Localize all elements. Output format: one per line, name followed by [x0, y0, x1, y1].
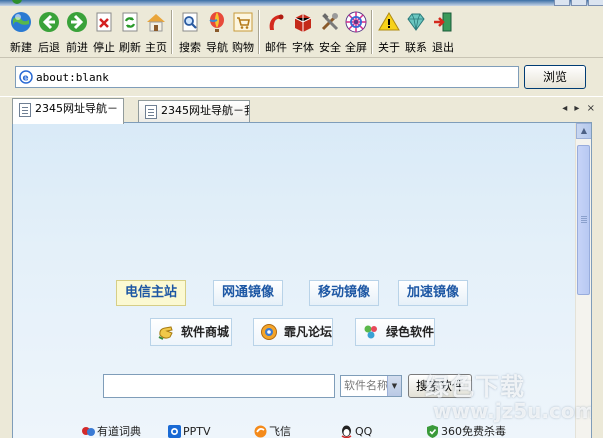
fetion-icon — [254, 425, 267, 438]
cart-icon — [233, 12, 253, 32]
scroll-up-icon[interactable]: ▲ — [576, 123, 591, 139]
back-arrow-icon — [39, 12, 59, 32]
toolbar-label: 主页 — [145, 41, 167, 54]
tab-2345-nav-2[interactable]: 2345网址导航－我 — [138, 100, 250, 123]
forward-arrow-icon — [67, 12, 87, 32]
green-software-link[interactable]: 绿色软件 — [355, 318, 435, 346]
home-icon — [147, 14, 165, 32]
address-input[interactable] — [36, 69, 514, 85]
page-icon — [19, 103, 31, 117]
toolbar-label: 购物 — [232, 41, 254, 54]
svg-text:e: e — [23, 74, 29, 84]
tools-icon — [321, 13, 339, 31]
globe-icon — [11, 12, 31, 32]
back-button[interactable]: 后退 — [36, 8, 62, 56]
shopping-button[interactable]: 购物 — [230, 8, 256, 56]
home-button[interactable]: 主页 — [143, 8, 169, 56]
exit-button[interactable]: 退出 — [430, 8, 456, 56]
app-icon — [12, 0, 22, 4]
toolbar-label: 全屏 — [345, 41, 367, 54]
site-link-360[interactable]: 360免费杀毒 — [425, 423, 506, 438]
font-icon — [294, 14, 312, 32]
address-bar: e 浏览 — [0, 59, 603, 95]
tab-label: 2345网址导航－ — [35, 102, 118, 115]
pptv-icon — [168, 425, 181, 438]
frame-left — [0, 122, 12, 438]
tab-label: 2345网址导航－我 — [161, 104, 250, 117]
browse-button[interactable]: 浏览 — [524, 65, 586, 89]
mirror-telecom[interactable]: 电信主站 — [116, 280, 186, 306]
new-button[interactable]: 新建 — [8, 8, 34, 56]
search-category-value: 软件名称 — [344, 379, 388, 392]
site-label: 有道词典 — [97, 425, 141, 438]
frame-right — [592, 122, 603, 438]
software-store-link[interactable]: 软件商城 — [150, 318, 232, 346]
hand-icon — [158, 326, 173, 340]
tab-bar: 2345网址导航－ 2345网址导航－我 ◂ ▸ × — [0, 96, 603, 124]
mail-icon — [269, 14, 284, 30]
dictionary-icon — [82, 427, 95, 436]
site-label: 飞信 — [269, 425, 291, 438]
shield-icon — [427, 425, 438, 438]
mirror-netcom[interactable]: 网通镜像 — [213, 280, 283, 306]
green-molecule-icon — [364, 325, 377, 339]
site-label: 360免费杀毒 — [441, 425, 506, 438]
web-page: ▲ 电信主站 网通镜像 移动镜像 加速镜像 软件商城 霏凡论坛 绿色软件 软件名… — [12, 122, 592, 438]
site-link-fetion[interactable]: 飞信 — [253, 423, 291, 438]
site-label: PPTV — [183, 425, 211, 438]
site-link-qq[interactable]: QQ — [339, 423, 372, 438]
stop-icon — [96, 12, 112, 32]
software-link-label: 软件商城 — [181, 325, 230, 339]
site-link-youdao[interactable]: 有道词典 — [81, 423, 141, 438]
refresh-icon — [122, 12, 138, 32]
watermark-url: www.jz5u.com — [433, 399, 592, 423]
site-label: QQ — [355, 425, 373, 438]
diamond-icon — [407, 13, 425, 31]
warning-icon — [378, 12, 400, 31]
search-icon — [182, 12, 198, 32]
chevron-down-icon[interactable]: ▼ — [387, 376, 401, 396]
toolbar-label: 退出 — [432, 41, 454, 54]
fullscreen-button[interactable]: 全屏 — [343, 8, 369, 56]
vertical-scrollbar[interactable]: ▲ — [575, 123, 591, 438]
address-field[interactable]: e — [15, 66, 519, 88]
mirror-mobile[interactable]: 移动镜像 — [309, 280, 379, 306]
scroll-thumb[interactable] — [577, 145, 590, 295]
tab-scroll-controls[interactable]: ◂ ▸ × — [562, 103, 597, 114]
balloon-icon — [209, 12, 224, 32]
watermark-text: 绿色下载 — [425, 373, 525, 401]
page-icon — [145, 105, 157, 119]
ie-page-icon: e — [19, 70, 33, 84]
site-link-pptv[interactable]: PPTV — [167, 423, 211, 438]
forum-globe-icon — [261, 324, 277, 340]
toolbar: 新建 后退 前进 停止 刷新 主页 搜索 导航 购物 邮件 字体 安全 全屏 关… — [0, 6, 603, 58]
mirror-accelerated[interactable]: 加速镜像 — [398, 280, 468, 306]
tab-2345-nav-1[interactable]: 2345网址导航－ — [12, 98, 124, 124]
qq-penguin-icon — [341, 425, 352, 438]
software-link-label: 绿色软件 — [386, 325, 435, 339]
exit-icon — [434, 12, 452, 32]
search-category-select[interactable]: 软件名称 ▼ — [340, 375, 402, 397]
fullscreen-icon — [345, 11, 367, 33]
software-search-input[interactable] — [103, 374, 335, 398]
forum-link[interactable]: 霏凡论坛 — [253, 318, 333, 346]
software-link-label: 霏凡论坛 — [284, 325, 333, 339]
